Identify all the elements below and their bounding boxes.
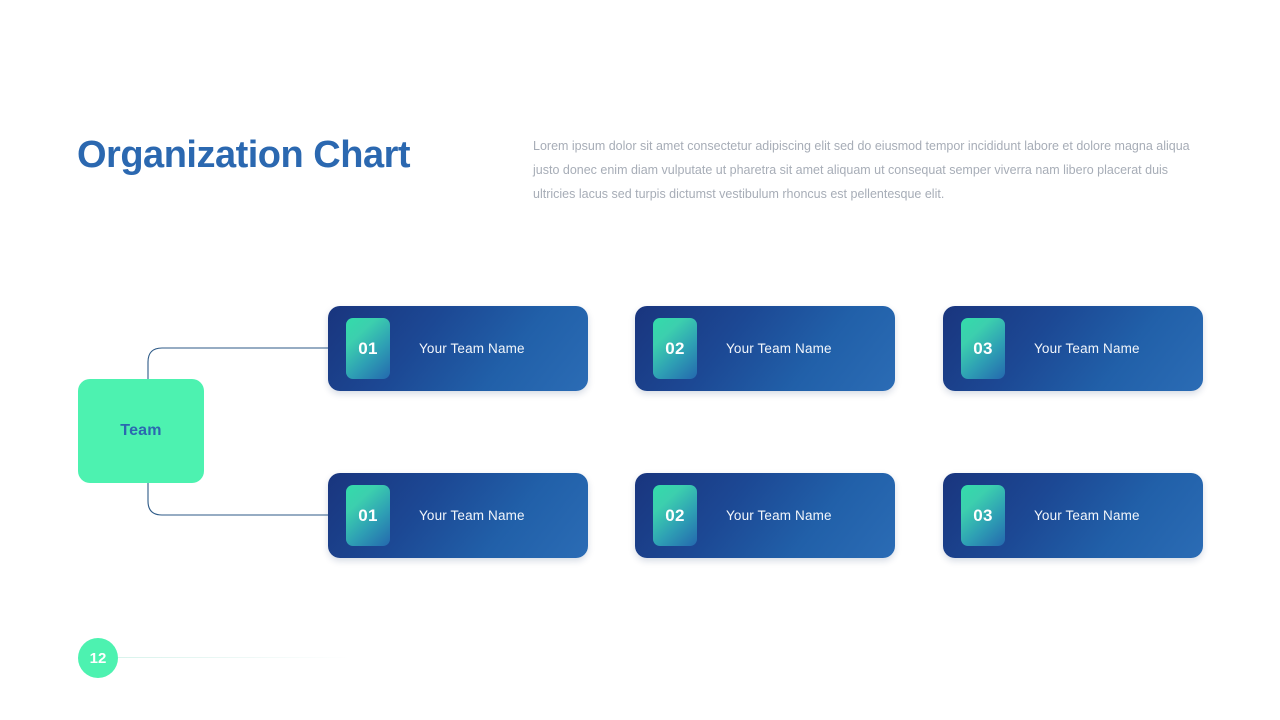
page-number-text: 12 [89, 649, 107, 667]
card-badge: 03 [961, 318, 1005, 379]
team-card[interactable]: 01 Your Team Name [328, 306, 588, 391]
page-number-badge: 12 [78, 638, 118, 678]
card-label: Your Team Name [726, 508, 832, 523]
card-badge: 03 [961, 485, 1005, 546]
card-number: 02 [665, 505, 685, 525]
card-label: Your Team Name [419, 508, 525, 523]
slide-canvas: Organization Chart Lorem ipsum dolor sit… [0, 0, 1280, 720]
card-label: Your Team Name [1034, 341, 1140, 356]
team-card[interactable]: 03 Your Team Name [943, 306, 1203, 391]
card-number: 03 [973, 505, 993, 525]
card-badge: 01 [346, 485, 390, 546]
root-node-label: Team [120, 422, 162, 439]
team-card[interactable]: 01 Your Team Name [328, 473, 588, 558]
card-badge: 01 [346, 318, 390, 379]
card-number: 02 [665, 338, 685, 358]
team-card[interactable]: 02 Your Team Name [635, 473, 895, 558]
root-node-team[interactable]: Team [78, 379, 204, 483]
team-card[interactable]: 03 Your Team Name [943, 473, 1203, 558]
intro-paragraph: Lorem ipsum dolor sit amet consectetur a… [533, 139, 1190, 201]
footer-divider [118, 657, 350, 658]
card-number: 01 [358, 338, 378, 358]
page-title: Organization Chart [77, 134, 411, 176]
card-number: 03 [973, 338, 993, 358]
card-label: Your Team Name [1034, 508, 1140, 523]
card-label: Your Team Name [419, 341, 525, 356]
card-badge: 02 [653, 485, 697, 546]
card-badge: 02 [653, 318, 697, 379]
card-number: 01 [358, 505, 378, 525]
card-label: Your Team Name [726, 341, 832, 356]
team-card[interactable]: 02 Your Team Name [635, 306, 895, 391]
